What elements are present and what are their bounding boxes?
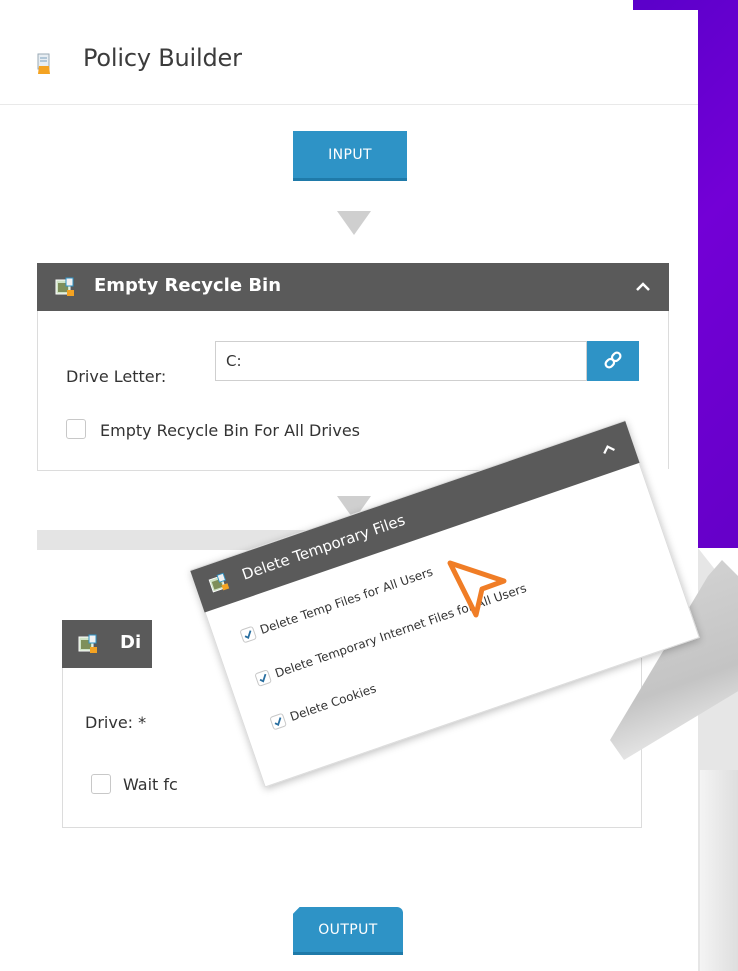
option-checkbox[interactable] bbox=[239, 625, 258, 644]
drive-letter-input[interactable] bbox=[215, 341, 587, 381]
option-label: Delete Cookies bbox=[288, 681, 379, 724]
wait-checkbox[interactable] bbox=[91, 774, 111, 794]
page-header: Policy Builder bbox=[0, 10, 698, 105]
checkmark-icon bbox=[274, 717, 282, 726]
all-drives-checkbox[interactable] bbox=[66, 419, 86, 439]
page-title: Policy Builder bbox=[83, 44, 242, 72]
checkmark-icon bbox=[244, 630, 252, 639]
option-checkbox[interactable] bbox=[269, 712, 288, 731]
drive-label: Drive: * bbox=[85, 713, 147, 732]
list-item[interactable]: Delete Cookies bbox=[269, 681, 379, 731]
flow-arrow-down-icon bbox=[337, 211, 371, 235]
trash-files-icon bbox=[207, 572, 230, 595]
checkmark-icon bbox=[259, 673, 267, 683]
card-header[interactable]: Empty Recycle Bin bbox=[37, 263, 669, 311]
card-header[interactable]: Di bbox=[62, 620, 152, 668]
link-variable-button[interactable] bbox=[587, 341, 639, 381]
link-icon bbox=[602, 349, 624, 374]
drive-icon bbox=[78, 634, 98, 654]
drive-letter-label: Drive Letter: bbox=[66, 367, 167, 386]
input-node-label: INPUT bbox=[328, 146, 372, 163]
output-node-label: OUTPUT bbox=[318, 921, 378, 938]
card-title: Empty Recycle Bin bbox=[94, 275, 282, 296]
chevron-up-icon[interactable] bbox=[633, 277, 653, 297]
chevron-up-icon[interactable] bbox=[597, 437, 622, 462]
cursor-arrow-icon bbox=[442, 555, 510, 625]
slab-shade bbox=[700, 770, 738, 971]
policy-document-icon bbox=[37, 53, 51, 75]
all-drives-label: Empty Recycle Bin For All Drives bbox=[100, 421, 361, 440]
input-node[interactable]: INPUT bbox=[293, 131, 407, 181]
option-checkbox[interactable] bbox=[254, 669, 273, 687]
wait-label: Wait fc bbox=[123, 775, 178, 794]
card-title: Di bbox=[120, 632, 142, 653]
recycle-bin-icon bbox=[55, 277, 75, 297]
output-node[interactable]: OUTPUT bbox=[293, 907, 403, 955]
